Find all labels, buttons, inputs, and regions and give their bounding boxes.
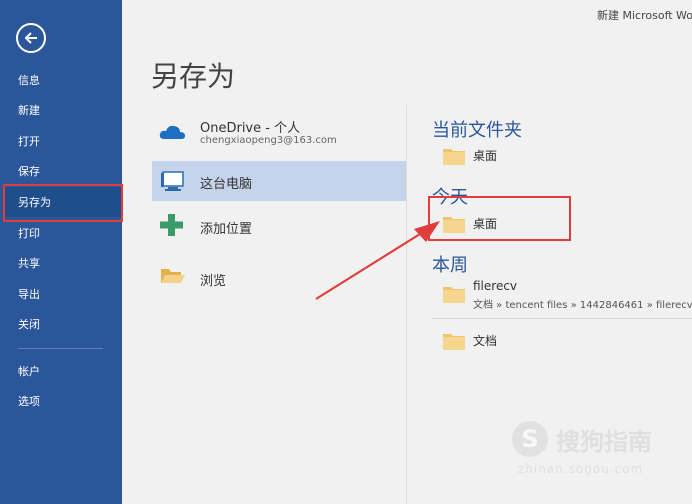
nav-divider — [18, 348, 103, 349]
nav-item-export[interactable]: 导出 — [4, 279, 122, 309]
location-label: 这台电脑 — [200, 177, 253, 192]
location-label: 添加位置 — [200, 222, 253, 237]
nav-item-account[interactable]: 帐户 — [4, 356, 122, 386]
nav-item-options[interactable]: 选项 — [4, 386, 122, 416]
watermark-brand: 搜狗指南 — [556, 428, 652, 456]
computer-icon — [161, 171, 184, 191]
annotation-highlight-box — [3, 184, 123, 222]
annotation-highlight-box — [428, 196, 571, 241]
folder-path: 文档 » tencent files » 1442846461 » filere… — [473, 300, 692, 311]
nav-item-share[interactable]: 共享 — [4, 248, 122, 278]
nav-item-print[interactable]: 打印 — [4, 218, 122, 248]
nav-item-save[interactable]: 保存 — [4, 156, 122, 186]
location-label: 浏览 — [200, 274, 227, 289]
folder-item-current-desktop[interactable]: 桌面 — [442, 143, 642, 167]
location-this-pc[interactable]: 这台电脑 — [152, 161, 406, 201]
nav-item-new[interactable]: 新建 — [4, 95, 122, 125]
sogou-logo-icon: S — [512, 421, 548, 457]
nav-item-info[interactable]: 信息 — [4, 65, 122, 95]
list-separator — [432, 318, 692, 319]
onedrive-cloud-icon — [159, 125, 185, 139]
window-title: 新建 Microsoft Wo — [597, 9, 692, 22]
folder-item-documents[interactable]: 文档 — [442, 328, 642, 352]
nav-item-close[interactable]: 关闭 — [4, 309, 122, 339]
location-onedrive[interactable]: OneDrive - 个人 chengxiaopeng3@163.com — [152, 113, 406, 153]
folder-icon — [443, 334, 465, 350]
folder-label: 文档 — [473, 334, 498, 348]
back-button[interactable] — [16, 23, 46, 53]
open-folder-icon — [161, 269, 185, 283]
watermark: S 搜狗指南 zhinan.sogou.com — [512, 418, 692, 484]
location-label: OneDrive - 个人 — [200, 121, 301, 136]
folder-icon — [443, 287, 465, 303]
location-email: chengxiaopeng3@163.com — [200, 135, 337, 146]
section-heading-current-folder: 当前文件夹 — [432, 120, 522, 141]
nav-item-open[interactable]: 打开 — [4, 126, 122, 156]
annotation-arrow-icon — [315, 221, 440, 300]
backstage-sidebar: 信息 新建 打开 保存 另存为 打印 共享 导出 关闭 帐户 选项 — [0, 0, 122, 504]
folder-label: filerecv — [473, 279, 518, 293]
folder-label: 桌面 — [473, 149, 498, 163]
folder-item-filerecv[interactable]: filerecv 文档 » tencent files » 1442846461… — [442, 278, 692, 314]
back-arrow-icon — [24, 32, 37, 44]
watermark-url: zhinan.sogou.com — [518, 462, 644, 476]
page-title: 另存为 — [151, 60, 236, 93]
folder-icon — [443, 149, 465, 165]
plus-icon — [160, 214, 183, 236]
